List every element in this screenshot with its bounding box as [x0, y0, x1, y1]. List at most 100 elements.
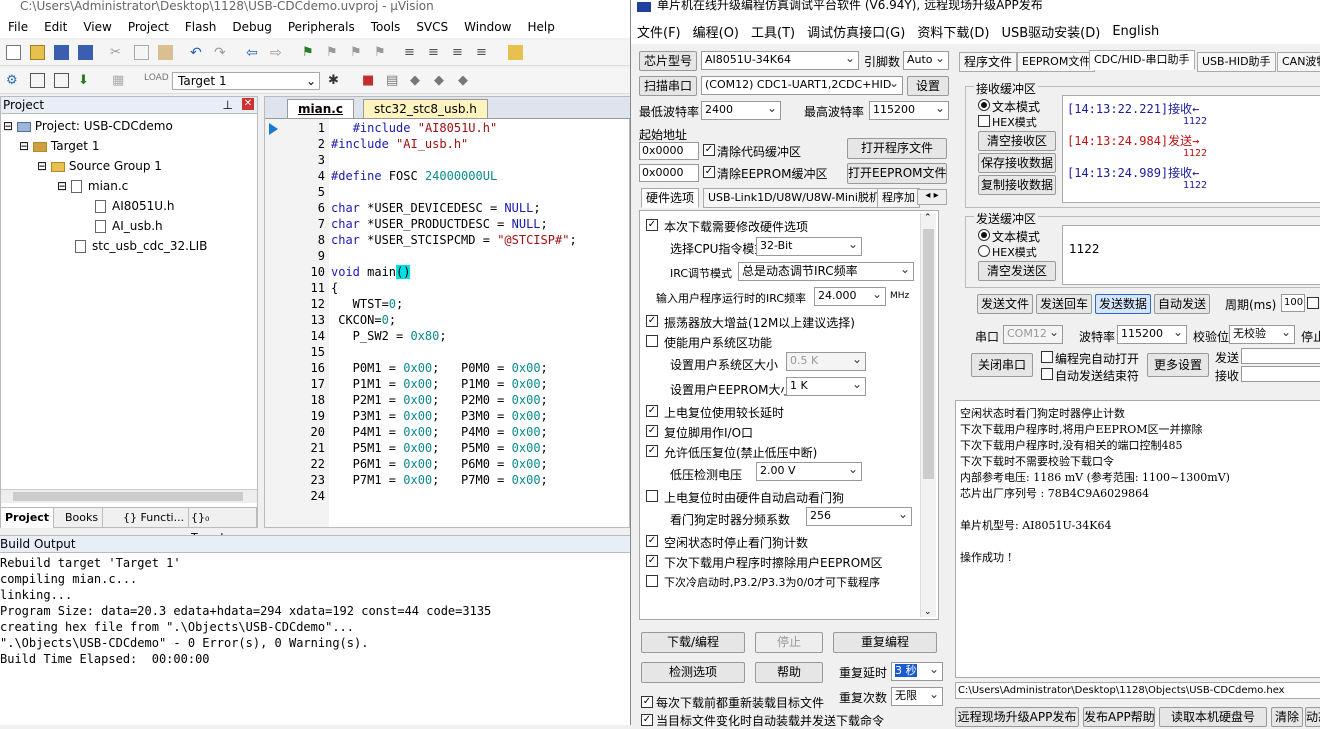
tx-hex-mode-radio[interactable] [978, 245, 990, 257]
tree-file-lib[interactable]: stc_usb_cdc_32.LIB [75, 239, 207, 253]
send-file-button[interactable]: 发送文件 [977, 294, 1033, 314]
translate-icon[interactable]: ⚙ [6, 73, 21, 88]
menu-english[interactable]: English [1106, 24, 1165, 39]
tab-templates[interactable]: {}₀ Templ... [187, 508, 257, 544]
back-icon[interactable]: ⇦ [246, 45, 261, 61]
cpu-mode-select[interactable]: 32-Bit [756, 236, 862, 256]
prev-bookmark-icon[interactable]: ⚑ [326, 45, 341, 60]
irc-freq-select[interactable]: 24.000 [814, 286, 886, 306]
save-icon[interactable] [54, 45, 69, 60]
cut-icon[interactable]: ✂ [110, 45, 125, 60]
menu-view[interactable]: View [75, 20, 119, 34]
pack-installer-icon[interactable]: ◆ [410, 73, 425, 88]
undo-icon[interactable]: ↶ [190, 45, 205, 61]
target-select[interactable]: Target 1 ⌄ [172, 72, 320, 90]
recv-checkbox[interactable] [1307, 297, 1319, 309]
tab-functions[interactable]: {} Functi... [119, 508, 190, 528]
send-textarea[interactable]: 1122 [1062, 225, 1320, 285]
select-pack-icon[interactable]: ◆ [434, 73, 449, 88]
menu-peripherals[interactable]: Peripherals [280, 20, 363, 34]
clear-receive-button[interactable]: 清空接收区 [978, 131, 1056, 151]
auto-end-checkbox[interactable] [1041, 368, 1053, 380]
lvr-checkbox[interactable]: ✓ [646, 445, 658, 457]
tree-file-mian[interactable]: ⊟ mian.c [57, 179, 128, 193]
stop-button[interactable]: 停止 [755, 632, 823, 653]
save-receive-button[interactable]: 保存接收数据 [978, 153, 1056, 173]
menu-file[interactable]: File [0, 20, 36, 34]
menu-debug[interactable]: Debug [224, 20, 279, 34]
send-enter-button[interactable]: 发送回车 [1036, 294, 1092, 314]
rx-text-mode-radio[interactable] [978, 99, 990, 111]
menu-window[interactable]: Window [456, 20, 519, 34]
uncomment-icon[interactable]: ≡ [476, 45, 491, 60]
period-input[interactable]: 100 [1281, 294, 1305, 312]
auto-open-checkbox[interactable] [1041, 351, 1053, 363]
tab-scroll-arrows[interactable]: ◂ ▸ [917, 189, 947, 205]
tree-source-group[interactable]: ⊟ Source Group 1 [37, 159, 162, 173]
close-port-button[interactable]: 关闭串口 [971, 353, 1033, 377]
download-program-button[interactable]: 下载/编程 [641, 632, 745, 653]
file-extensions-icon[interactable]: ▤ [386, 73, 401, 88]
scan-port-button[interactable]: 扫描串口 [639, 76, 697, 96]
tree-file-ai-usb[interactable]: AI_usb.h [95, 219, 163, 233]
menu-svcs[interactable]: SVCS [408, 20, 456, 34]
open-folder-icon[interactable] [30, 45, 45, 60]
p32-checkbox[interactable] [646, 575, 658, 587]
rx-hex-mode-checkbox[interactable] [978, 115, 990, 127]
menu-tools[interactable]: Tools [363, 20, 409, 34]
chip-model-button[interactable]: 芯片型号 [639, 51, 697, 71]
port-select[interactable]: (COM12) CDC1-UART1,2CDC+HID [701, 75, 903, 95]
tab-stc32-usb-h[interactable]: stc32_stc8_usb.h [363, 99, 488, 118]
autoload-checkbox[interactable]: ✓ [641, 714, 653, 726]
paste-icon[interactable] [158, 45, 173, 60]
eeprom-size-select[interactable]: 1 K [786, 376, 866, 396]
copy-receive-button[interactable]: 复制接收数据 [978, 175, 1056, 195]
clear-code-checkbox[interactable]: ✓ [703, 144, 715, 156]
target-options-icon[interactable]: ✱ [328, 73, 343, 88]
tab-books[interactable]: Books [61, 508, 104, 528]
tree-root[interactable]: ⊟ Project: USB-CDCdemo [3, 119, 173, 133]
log-output[interactable]: 空闲状态时看门狗定时器停止计数 下次下载用户程序时,将用户EEPROM区一并擦除… [955, 400, 1320, 678]
port-settings-button[interactable]: 设置 [907, 76, 949, 96]
close-icon[interactable]: ✕ [242, 98, 254, 110]
send-data-button[interactable]: 发送数据 [1095, 294, 1151, 314]
code-area[interactable]: #include "AI8051U.h" #include "AI_usb.h" #… [265, 119, 629, 527]
scroll-up-icon[interactable]: ⌃ [924, 213, 932, 223]
wdt-idle-checkbox[interactable]: ✓ [646, 535, 658, 547]
more-settings-button[interactable]: 更多设置 [1147, 353, 1209, 377]
chip-model-select[interactable]: AI8051U-34K64 [701, 50, 859, 70]
serial-select[interactable]: COM12 [1003, 324, 1063, 344]
manage-components-icon[interactable]: ■ [362, 73, 377, 88]
menu-usb-driver[interactable]: USB驱动安装(D) [995, 22, 1106, 41]
new-file-icon[interactable] [6, 45, 21, 60]
code-start-address-input[interactable]: 0x0000 [639, 142, 699, 160]
tab-project[interactable]: Project [1, 508, 55, 528]
reload-checkbox[interactable]: ✓ [641, 696, 653, 708]
tree-target[interactable]: ⊟ Target 1 [19, 139, 99, 153]
auto-send-button[interactable]: 自动发送 [1154, 294, 1210, 314]
user-sysarea-checkbox[interactable] [646, 335, 658, 347]
osc-gain-checkbox[interactable]: ✓ [646, 315, 658, 327]
irc-mode-select[interactable]: 总是动态调节IRC频率 [738, 261, 914, 281]
software-packs-icon[interactable]: ◆ [458, 73, 473, 88]
menu-debug-interface[interactable]: 调试仿真接口(G) [801, 22, 911, 41]
min-baud-select[interactable]: 2400 [701, 100, 781, 120]
vertical-scrollbar[interactable]: ⌃ ⌄ [920, 213, 936, 617]
menu-flash[interactable]: Flash [177, 20, 224, 34]
wdt-auto-checkbox[interactable] [646, 490, 658, 502]
tx-text-mode-radio[interactable] [978, 229, 990, 241]
scroll-thumb[interactable] [923, 229, 934, 479]
publish-app-button[interactable]: 远程现场升级APP发布 [955, 707, 1079, 727]
indent-icon[interactable]: ≡ [404, 45, 419, 60]
menu-downloads[interactable]: 资料下载(D) [911, 22, 995, 41]
erase-eeprom-checkbox[interactable]: ✓ [646, 555, 658, 567]
clear-button[interactable]: 清除 [1271, 707, 1303, 727]
build-icon[interactable] [30, 73, 45, 88]
tab-usb-hid-assistant[interactable]: USB-HID助手 [1197, 52, 1276, 72]
stop-build-icon[interactable]: ▦ [112, 73, 127, 88]
eeprom-start-address-input[interactable]: 0x0000 [639, 164, 699, 182]
max-baud-select[interactable]: 115200 [869, 100, 949, 120]
modify-hw-checkbox[interactable]: ✓ [646, 219, 658, 231]
batch-build-icon[interactable]: ⬇ [78, 73, 93, 88]
tab-eeprom-file[interactable]: EEPROM文件 [1017, 52, 1096, 72]
